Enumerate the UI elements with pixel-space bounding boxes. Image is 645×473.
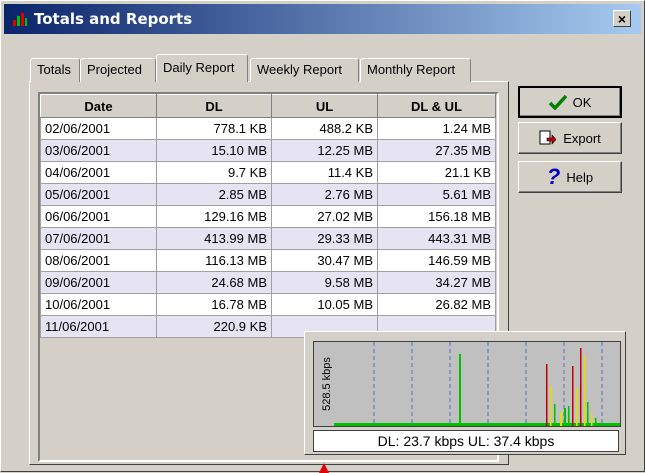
cell-dl: 16.78 MB xyxy=(156,293,272,316)
table-row[interactable]: 03/06/2001 15.10 MB 12.25 MB 27.35 MB xyxy=(40,139,496,162)
cell-date: 08/06/2001 xyxy=(40,249,157,272)
cell-ul: 27.02 MB xyxy=(271,205,378,228)
cell-dl: 129.16 MB xyxy=(156,205,272,228)
graph-activity-bar xyxy=(580,348,582,426)
table-header-row: Date DL UL DL & UL xyxy=(40,94,496,118)
cell-dl-ul: 27.35 MB xyxy=(377,139,496,162)
graph-activity-bar xyxy=(591,414,593,426)
table-row[interactable]: 04/06/2001 9.7 KB 11.4 KB 21.1 KB xyxy=(40,161,496,184)
bandwidth-graph xyxy=(313,341,621,427)
graph-activity-bar xyxy=(546,364,548,426)
graph-activity-bar xyxy=(568,406,570,426)
graph-activity-bar xyxy=(584,356,586,426)
graph-activity-bar xyxy=(564,408,566,426)
cell-dl: 15.10 MB xyxy=(156,139,272,162)
cell-dl: 778.1 KB xyxy=(156,117,272,140)
close-button[interactable]: × xyxy=(613,10,631,27)
title-bar[interactable]: Totals and Reports × xyxy=(4,4,641,34)
export-button[interactable]: Export xyxy=(518,122,622,154)
cell-ul: 30.47 MB xyxy=(271,249,378,272)
graph-activity-bar xyxy=(550,386,552,426)
graph-activity-bar xyxy=(554,404,556,426)
cell-dl: 220.9 KB xyxy=(156,315,272,338)
table-row[interactable]: 07/06/2001 413.99 MB 29.33 MB 443.31 MB xyxy=(40,227,496,250)
export-icon xyxy=(539,130,557,145)
cell-dl-ul: 5.61 MB xyxy=(377,183,496,206)
graph-status-text: DL: 23.7 kbps UL: 37.4 kbps xyxy=(313,430,619,452)
cell-dl: 9.7 KB xyxy=(156,161,272,184)
table-row[interactable]: 02/06/2001 778.1 KB 488.2 KB 1.24 MB xyxy=(40,117,496,140)
cell-ul: 10.05 MB xyxy=(271,293,378,316)
cell-ul: 9.58 MB xyxy=(271,271,378,294)
cell-dl: 24.68 MB xyxy=(156,271,272,294)
totals-reports-window: Totals and Reports × Totals Projected Da… xyxy=(0,0,645,473)
graph-activity-bar xyxy=(572,366,574,426)
question-mark-icon: ? xyxy=(546,164,561,189)
tab-totals[interactable]: Totals xyxy=(30,58,80,82)
table-row[interactable]: 06/06/2001 129.16 MB 27.02 MB 156.18 MB xyxy=(40,205,496,228)
cell-date: 10/06/2001 xyxy=(40,293,157,316)
table-row[interactable]: 05/06/2001 2.85 MB 2.76 MB 5.61 MB xyxy=(40,183,496,206)
cell-ul: 488.2 KB xyxy=(271,117,378,140)
export-button-label: Export xyxy=(563,130,601,146)
graph-y-axis: 528.5 kbps xyxy=(321,357,332,411)
graph-activity-bar xyxy=(560,412,562,426)
cell-ul: 2.76 MB xyxy=(271,183,378,206)
cell-dl: 116.13 MB xyxy=(156,249,272,272)
cell-dl-ul: 443.31 MB xyxy=(377,227,496,250)
table-row[interactable]: 08/06/2001 116.13 MB 30.47 MB 146.59 MB xyxy=(40,249,496,272)
cell-date: 07/06/2001 xyxy=(40,227,157,250)
cell-date: 05/06/2001 xyxy=(40,183,157,206)
cell-date: 11/06/2001 xyxy=(40,315,157,338)
cell-date: 09/06/2001 xyxy=(40,271,157,294)
cell-date: 04/06/2001 xyxy=(40,161,157,184)
app-icon xyxy=(13,13,27,26)
column-header-dl-ul[interactable]: DL & UL xyxy=(377,94,496,118)
cell-dl-ul: 21.1 KB xyxy=(377,161,496,184)
tab-projected[interactable]: Projected xyxy=(80,58,156,82)
cell-dl: 2.85 MB xyxy=(156,183,272,206)
table-row[interactable]: 09/06/2001 24.68 MB 9.58 MB 34.27 MB xyxy=(40,271,496,294)
cell-dl: 413.99 MB xyxy=(156,227,272,250)
column-header-dl[interactable]: DL xyxy=(156,94,272,118)
cell-date: 06/06/2001 xyxy=(40,205,157,228)
cell-date: 02/06/2001 xyxy=(40,117,157,140)
column-header-ul[interactable]: UL xyxy=(271,94,378,118)
tab-weekly-report[interactable]: Weekly Report xyxy=(250,58,359,82)
graph-activity-bar xyxy=(595,418,597,426)
cell-ul: 12.25 MB xyxy=(271,139,378,162)
graph-y-axis-label: 528.5 kbps xyxy=(321,357,332,411)
cell-ul: 29.33 MB xyxy=(271,227,378,250)
graph-activity-bar xyxy=(587,402,589,426)
cell-dl-ul: 26.82 MB xyxy=(377,293,496,316)
bandwidth-graph-window[interactable]: 528.5 kbps DL: 23.7 kbps UL: 37.4 kbps xyxy=(304,331,626,455)
cell-dl-ul: 34.27 MB xyxy=(377,271,496,294)
tab-monthly-report[interactable]: Monthly Report xyxy=(360,58,471,82)
cell-ul: 11.4 KB xyxy=(271,161,378,184)
cell-dl-ul: 156.18 MB xyxy=(377,205,496,228)
ok-button[interactable]: OK xyxy=(518,86,622,118)
table-row[interactable]: 10/06/2001 16.78 MB 10.05 MB 26.82 MB xyxy=(40,293,496,316)
graph-activity-bar xyxy=(459,354,461,426)
cell-dl-ul: 146.59 MB xyxy=(377,249,496,272)
graph-activity-bar xyxy=(576,388,578,426)
ok-button-label: OK xyxy=(572,94,592,110)
tab-daily-report[interactable]: Daily Report xyxy=(156,54,248,82)
cell-dl-ul: 1.24 MB xyxy=(377,117,496,140)
help-button-label: Help xyxy=(566,169,594,185)
window-title: Totals and Reports xyxy=(34,10,193,28)
checkmark-icon xyxy=(548,94,567,110)
cell-date: 03/06/2001 xyxy=(40,139,157,162)
help-button[interactable]: ? Help xyxy=(518,161,622,193)
column-header-date[interactable]: Date xyxy=(40,94,157,118)
